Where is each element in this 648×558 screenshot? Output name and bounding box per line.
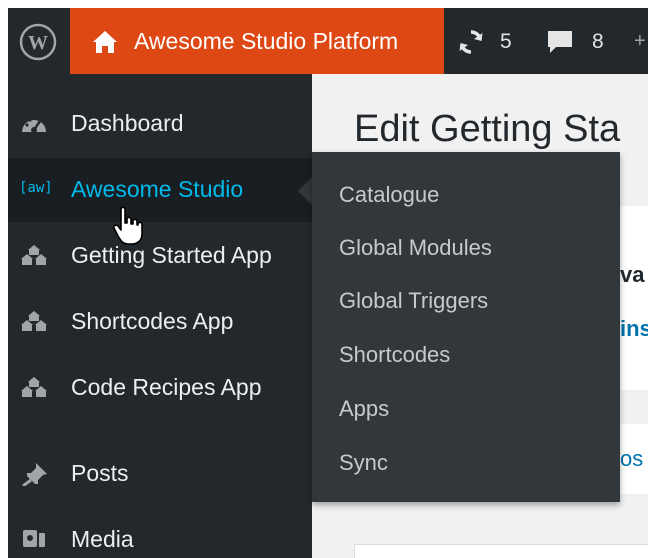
wordpress-logo-icon[interactable]: W: [18, 22, 58, 62]
page-title: Edit Getting Sta: [354, 108, 621, 150]
dashboard-icon: [22, 116, 46, 133]
sidebar-item-getting-started-app[interactable]: Getting Started App: [8, 224, 312, 288]
card-link[interactable]: ins: [620, 316, 648, 342]
sidebar-item-label: Dashboard: [71, 110, 184, 136]
sidebar-item-label: Shortcodes App: [71, 308, 234, 334]
admin-sidebar: Dashboard [aw] Awesome Studio Getting St…: [8, 74, 312, 558]
updates-item[interactable]: 5: [444, 8, 532, 74]
comments-count: 8: [592, 30, 604, 53]
sidebar-item-dashboard[interactable]: Dashboard: [8, 92, 312, 156]
app-stack-icon: [21, 377, 47, 397]
card-link[interactable]: os: [620, 446, 643, 472]
updates-icon: [459, 30, 483, 54]
submenu-item-sync[interactable]: Sync: [312, 436, 620, 490]
submenu-item-apps[interactable]: Apps: [312, 382, 620, 436]
comments-item[interactable]: 8: [532, 8, 624, 74]
submenu-item-label: Global Modules: [339, 235, 492, 260]
media-icon: [23, 530, 45, 547]
submenu-item-label: Catalogue: [339, 182, 440, 207]
submenu-item-label: Apps: [339, 396, 390, 421]
sidebar-item-shortcodes-app[interactable]: Shortcodes App: [8, 290, 312, 354]
submenu-item-label: Sync: [339, 450, 388, 475]
new-content-item[interactable]: +: [634, 30, 646, 53]
submenu-item-shortcodes[interactable]: Shortcodes: [312, 328, 620, 382]
submenu-item-global-triggers[interactable]: Global Triggers: [312, 274, 620, 328]
sidebar-item-label: Posts: [71, 460, 129, 486]
app-stack-icon: [21, 311, 47, 331]
wp-admin-window: W Awesome Studio Platform 5 8 + Dashboar…: [0, 0, 648, 558]
site-name: Awesome Studio Platform: [134, 28, 399, 54]
submenu-item-label: Shortcodes: [339, 342, 451, 367]
card-text: va: [620, 262, 645, 287]
submenu-item-label: Global Triggers: [339, 288, 489, 313]
hand-cursor-icon: [113, 206, 143, 245]
sidebar-item-awesome-studio[interactable]: [aw] Awesome Studio: [8, 158, 312, 222]
sidebar-item-label: Awesome Studio: [71, 176, 244, 202]
pin-icon: [22, 463, 47, 486]
app-stack-icon: [21, 245, 47, 265]
svg-text:W: W: [28, 32, 48, 54]
sidebar-item-posts[interactable]: Posts: [8, 442, 312, 506]
awesome-studio-submenu: Catalogue Global Modules Global Triggers…: [312, 152, 620, 502]
sidebar-item-media[interactable]: Media: [8, 508, 312, 558]
sidebar-item-code-recipes-app[interactable]: Code Recipes App: [8, 356, 312, 420]
updates-count: 5: [500, 30, 512, 53]
admin-bar: W Awesome Studio Platform 5 8 +: [8, 8, 648, 74]
content-card: [354, 544, 648, 558]
sidebar-item-label: Media: [71, 526, 134, 552]
site-name-menu[interactable]: Awesome Studio Platform: [70, 8, 444, 74]
submenu-item-catalogue[interactable]: Catalogue: [312, 168, 620, 222]
submenu-item-global-modules[interactable]: Global Modules: [312, 221, 620, 275]
submenu-arrow: [298, 177, 312, 205]
home-icon: [93, 31, 117, 53]
comment-icon: [548, 31, 572, 53]
sidebar-item-label: Code Recipes App: [71, 374, 262, 400]
sidebar-item-label: Getting Started App: [71, 242, 272, 268]
awesome-studio-icon: [aw]: [19, 180, 53, 196]
